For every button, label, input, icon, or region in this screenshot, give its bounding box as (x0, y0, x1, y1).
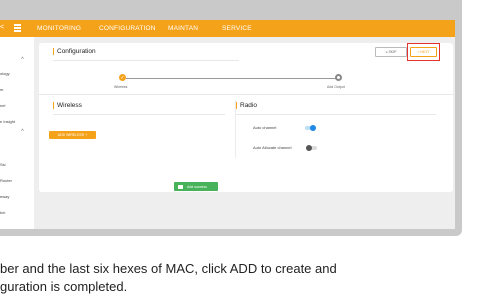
auto-allocate-channel-label: Auto Allocate channel (253, 145, 292, 150)
sidebar-collapse-icon[interactable]: < (0, 24, 4, 31)
stepper-line (126, 78, 340, 79)
caption-line-1: ber and the last six hexes of MAC, click… (0, 261, 337, 276)
radio-title: Radio (236, 102, 257, 109)
sidebar-item-topology[interactable]: ology (0, 71, 10, 76)
chevron-up-icon[interactable]: ^ (21, 129, 24, 135)
auto-channel-toggle[interactable] (305, 125, 316, 131)
radio-divider (236, 114, 436, 115)
step-label-add-output: Add Output (327, 85, 345, 89)
configuration-card (39, 43, 453, 192)
next-button[interactable]: > NEXT (410, 47, 437, 57)
sidebar-item-switch[interactable]: tch (0, 210, 5, 215)
top-nav-bar: < MONITORING CONFIGURATION MAINTAN SERVI… (0, 20, 455, 37)
step-label-wireless: Wireless (114, 85, 128, 89)
skip-button[interactable]: ≤ SKIP (375, 47, 407, 57)
wireless-divider (53, 114, 225, 115)
title-divider (53, 60, 239, 61)
caption-line-2: guration is completed. (0, 279, 128, 294)
nav-monitoring[interactable]: MONITORING (37, 25, 81, 32)
auto-channel-label: Auto channel (253, 125, 277, 130)
sidebar-item-router[interactable]: Router (0, 178, 12, 183)
sidebar-item-gateway[interactable]: eway (0, 194, 9, 199)
add-success-button[interactable]: Add success (174, 182, 218, 191)
sidebar-item-m[interactable]: m (0, 87, 3, 92)
sidebar: ^ ology m nel e Insight ^ Ssi Router ewa… (0, 37, 34, 229)
hamburger-menu-icon[interactable] (14, 24, 21, 32)
page-title: Configuration (53, 48, 96, 55)
toggle-knob (306, 145, 312, 151)
sidebar-item-ssid[interactable]: Ssi (0, 162, 6, 167)
sidebar-item-channel[interactable]: nel (0, 103, 5, 108)
section-divider (39, 94, 453, 95)
auto-allocate-channel-toggle[interactable] (306, 145, 317, 151)
nav-configuration[interactable]: CONFIGURATION (99, 25, 156, 32)
device-icon (178, 184, 183, 189)
step-complete-icon: ✓ (119, 74, 126, 81)
nav-service[interactable]: SERVICE (222, 25, 252, 32)
nav-maintain[interactable]: MAINTAN (168, 25, 198, 32)
step-pending-icon (335, 74, 342, 81)
add-success-label: Add success (187, 184, 207, 189)
sidebar-item-insight[interactable]: e Insight (0, 119, 15, 124)
toggle-knob (310, 125, 316, 131)
add-wireless-button[interactable]: ADD WIRELESS + (49, 131, 96, 139)
chevron-up-icon[interactable]: ^ (21, 57, 24, 63)
wireless-title: Wireless (53, 102, 82, 109)
